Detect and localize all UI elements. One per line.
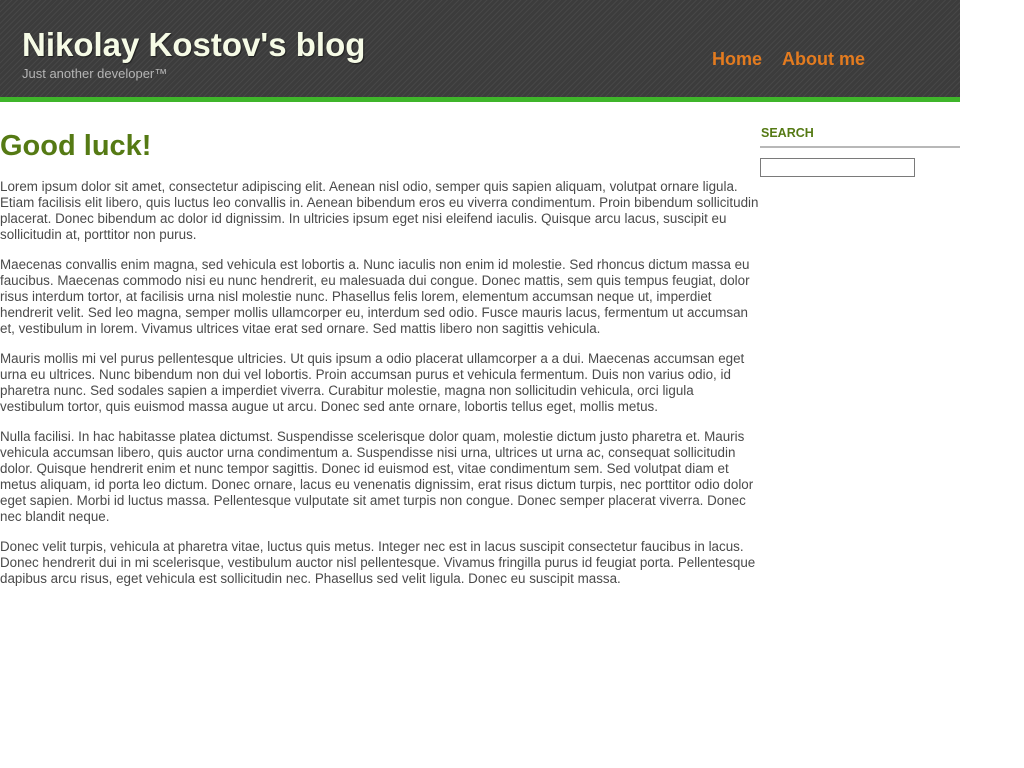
post-paragraph-2: Maecenas convallis enim magna, sed vehic… — [0, 257, 750, 336]
site-header: Nikolay Kostov's blog Just another devel… — [0, 0, 960, 97]
post-paragraph-4: Nulla facilisi. In hac habitasse platea … — [0, 429, 754, 524]
post-paragraph-5: Donec velit turpis, vehicula at pharetra… — [0, 539, 756, 586]
search-widget: SEARCH — [760, 124, 960, 177]
post-title[interactable]: Good luck! — [0, 128, 760, 164]
search-input[interactable] — [760, 158, 915, 177]
post-body: Lorem ipsum dolor sit amet, consectetur … — [0, 179, 760, 587]
search-widget-title: SEARCH — [760, 124, 960, 148]
post-paragraph-3: Mauris mollis mi vel purus pellentesque … — [0, 351, 745, 414]
nav-link-about-me[interactable]: About me — [782, 48, 865, 70]
main-content: Good luck! Lorem ipsum dolor sit amet, c… — [0, 128, 760, 601]
post-paragraph-1: Lorem ipsum dolor sit amet, consectetur … — [0, 179, 759, 242]
sidebar: SEARCH — [760, 124, 960, 177]
nav-link-home[interactable]: Home — [712, 48, 762, 70]
blog-page: Nikolay Kostov's blog Just another devel… — [0, 0, 1024, 768]
site-title[interactable]: Nikolay Kostov's blog — [22, 25, 365, 65]
main-nav: Home About me — [712, 48, 865, 70]
header-accent-bar — [0, 97, 960, 102]
site-tagline: Just another developer™ — [22, 66, 168, 81]
